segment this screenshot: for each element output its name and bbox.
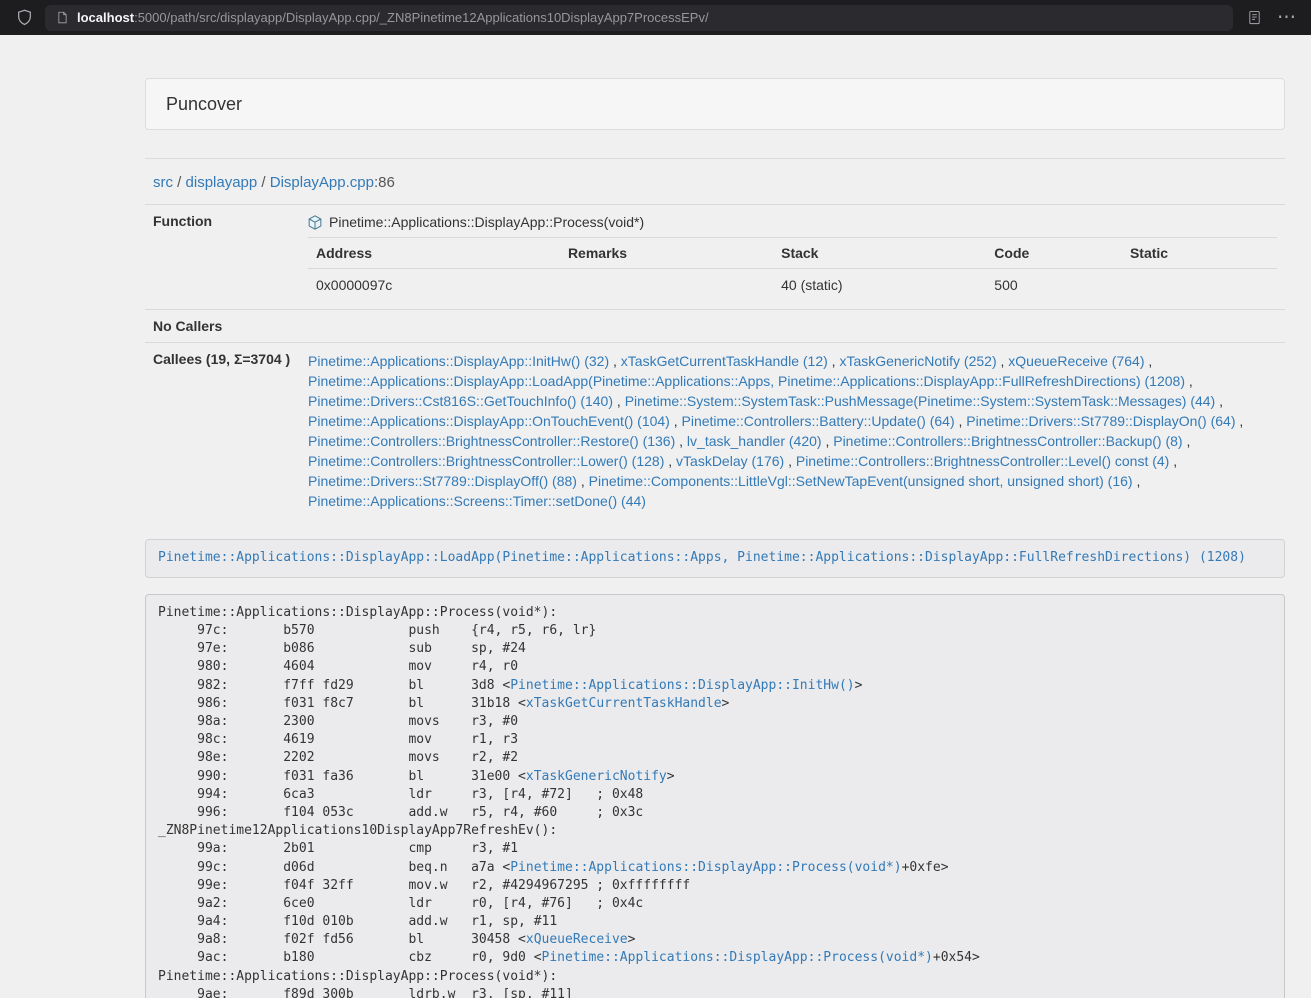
reader-view-icon[interactable]: [1242, 6, 1266, 30]
callee-link[interactable]: Pinetime::Applications::DisplayApp::Init…: [308, 353, 609, 369]
loadapp-panel: Pinetime::Applications::DisplayApp::Load…: [145, 539, 1285, 578]
breadcrumb: src / displayapp / DisplayApp.cpp:86: [145, 173, 1285, 192]
code-symbol-link[interactable]: xTaskGenericNotify: [526, 769, 667, 784]
callee-separator: ,: [1133, 473, 1141, 489]
code-symbol-link[interactable]: Pinetime::Applications::DisplayApp::Proc…: [542, 950, 933, 965]
app-title-panel: Puncover: [145, 78, 1285, 130]
callee-link[interactable]: Pinetime::Controllers::BrightnessControl…: [308, 453, 664, 469]
breadcrumb-separator: /: [173, 174, 186, 191]
stats-cell: 0x0000097c: [308, 269, 560, 302]
callee-separator: ,: [609, 353, 621, 369]
shield-icon[interactable]: [12, 6, 36, 30]
callee-link[interactable]: Pinetime::Components::LittleVgl::SetNewT…: [589, 473, 1133, 489]
callee-link[interactable]: Pinetime::Drivers::St7789::DisplayOff() …: [308, 473, 577, 489]
callee-link[interactable]: Pinetime::Applications::Screens::Timer::…: [308, 493, 646, 509]
function-row: Function Pinetime::Applications::Display…: [145, 205, 1285, 310]
callee-link[interactable]: xTaskGetCurrentTaskHandle (12): [621, 353, 828, 369]
callee-separator: ,: [822, 433, 834, 449]
callers-row-content: [300, 310, 1285, 343]
function-row-label: Function: [145, 205, 300, 310]
callee-link[interactable]: Pinetime::Drivers::Cst816S::GetTouchInfo…: [308, 393, 613, 409]
url-text: localhost:5000/path/src/displayapp/Displ…: [77, 10, 709, 25]
main-content: Puncover src / displayapp / DisplayApp.c…: [145, 78, 1285, 998]
stats-header: Code: [986, 238, 1122, 269]
callee-link[interactable]: xQueueReceive (764): [1008, 353, 1144, 369]
callee-separator: ,: [1169, 453, 1177, 469]
url-path: :5000/path/src/displayapp/DisplayApp.cpp…: [134, 10, 709, 25]
breadcrumb-link[interactable]: displayapp: [186, 174, 258, 191]
stats-header: Static: [1122, 238, 1277, 269]
callee-link[interactable]: Pinetime::Controllers::Battery::Update()…: [682, 413, 955, 429]
callee-link[interactable]: lv_task_handler (420): [687, 433, 822, 449]
callee-separator: ,: [675, 433, 687, 449]
callee-separator: ,: [1236, 413, 1244, 429]
breadcrumb-separator: /: [257, 174, 270, 191]
breadcrumb-line-number: :86: [374, 174, 395, 191]
callee-link[interactable]: Pinetime::System::SystemTask::PushMessag…: [625, 393, 1216, 409]
code-symbol-link[interactable]: Pinetime::Applications::DisplayApp::Init…: [510, 678, 854, 693]
stats-cell: 500: [986, 269, 1122, 302]
function-symbol-name: Pinetime::Applications::DisplayApp::Proc…: [329, 213, 644, 231]
callee-separator: ,: [1185, 373, 1193, 389]
breadcrumb-link[interactable]: DisplayApp.cpp: [270, 174, 374, 191]
loadapp-symbol-link[interactable]: Pinetime::Applications::DisplayApp::Load…: [158, 550, 1246, 565]
page-title: Puncover: [166, 94, 242, 115]
url-bar[interactable]: localhost:5000/path/src/displayapp/Displ…: [45, 5, 1233, 31]
callee-separator: ,: [955, 413, 967, 429]
callee-link[interactable]: Pinetime::Controllers::BrightnessControl…: [308, 433, 675, 449]
function-row-content: Pinetime::Applications::DisplayApp::Proc…: [300, 205, 1285, 310]
no-callers-label: No Callers: [145, 310, 300, 343]
callee-link[interactable]: Pinetime::Drivers::St7789::DisplayOn() (…: [966, 413, 1235, 429]
code-symbol-link[interactable]: Pinetime::Applications::DisplayApp::Proc…: [510, 860, 901, 875]
callee-link[interactable]: Pinetime::Controllers::BrightnessControl…: [833, 433, 1182, 449]
callee-separator: ,: [613, 393, 625, 409]
callee-separator: ,: [784, 453, 796, 469]
callee-separator: ,: [828, 353, 840, 369]
stats-cell: 40 (static): [773, 269, 986, 302]
code-symbol-link[interactable]: xQueueReceive: [526, 932, 628, 947]
stats-header-row: AddressRemarksStackCodeStatic: [308, 238, 1277, 269]
page-icon: [54, 10, 70, 26]
callee-separator: ,: [1183, 433, 1191, 449]
stats-value-row: 0x0000097c 40 (static)500: [308, 269, 1277, 302]
symbol-table: Function Pinetime::Applications::Display…: [145, 204, 1285, 519]
callees-label: Callees (19, Σ=3704 ): [145, 343, 300, 520]
callee-link[interactable]: Pinetime::Applications::DisplayApp::Load…: [308, 373, 1185, 389]
stats-header: Stack: [773, 238, 986, 269]
callee-separator: ,: [1215, 393, 1223, 409]
stats-cell: [1122, 269, 1277, 302]
function-cube-icon: [308, 215, 322, 230]
divider: [145, 158, 1285, 159]
callee-separator: ,: [670, 413, 682, 429]
url-host: localhost: [77, 10, 134, 25]
breadcrumb-link[interactable]: src: [153, 174, 173, 191]
callees-row: Callees (19, Σ=3704 ) Pinetime::Applicat…: [145, 343, 1285, 520]
callee-link[interactable]: xTaskGenericNotify (252): [839, 353, 996, 369]
callee-separator: ,: [997, 353, 1009, 369]
browser-chrome: localhost:5000/path/src/displayapp/Displ…: [0, 0, 1311, 35]
callee-separator: ,: [664, 453, 676, 469]
callee-link[interactable]: vTaskDelay (176): [676, 453, 784, 469]
disassembly-block: Pinetime::Applications::DisplayApp::Proc…: [145, 594, 1285, 998]
function-symbol-line: Pinetime::Applications::DisplayApp::Proc…: [308, 213, 1277, 231]
code-symbol-link[interactable]: xTaskGetCurrentTaskHandle: [526, 696, 722, 711]
callee-separator: ,: [577, 473, 589, 489]
stats-header: Remarks: [560, 238, 773, 269]
callers-row: No Callers: [145, 310, 1285, 343]
callees-list: Pinetime::Applications::DisplayApp::Init…: [300, 343, 1285, 520]
more-menu-icon[interactable]: ⋯: [1275, 6, 1299, 30]
callee-link[interactable]: Pinetime::Controllers::BrightnessControl…: [796, 453, 1169, 469]
stats-table: AddressRemarksStackCodeStatic 0x0000097c…: [308, 237, 1277, 301]
stats-header: Address: [308, 238, 560, 269]
callee-separator: ,: [1144, 353, 1152, 369]
callee-link[interactable]: Pinetime::Applications::DisplayApp::OnTo…: [308, 413, 670, 429]
stats-cell: [560, 269, 773, 302]
